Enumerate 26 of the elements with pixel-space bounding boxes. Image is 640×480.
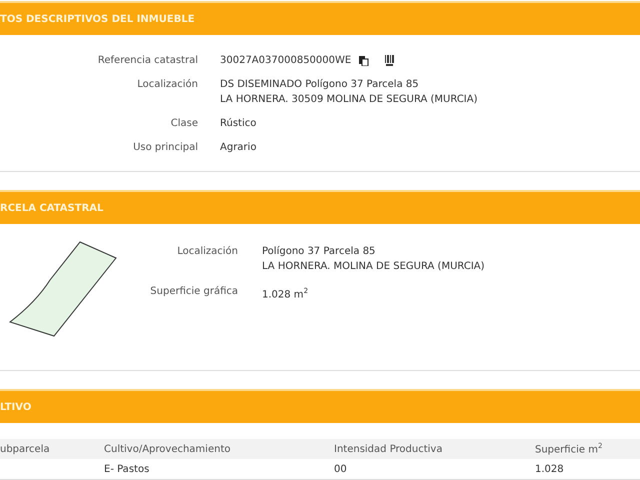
field-label: Clase <box>170 117 198 131</box>
section-header: RCELA CATASTRAL <box>0 190 640 224</box>
barcode-icon[interactable] <box>385 55 396 66</box>
table-cell: 1.028 <box>535 459 640 480</box>
section-header: TOS DESCRIPTIVOS DEL INMUEBLE <box>0 1 640 35</box>
table-cell: 00 <box>334 459 535 480</box>
field-value: Rústico <box>220 117 258 131</box>
field-value: LA HORNERA. 30509 MOLINA DE SEGURA (MURCIA) <box>220 93 478 107</box>
field-value: Agrario <box>220 141 258 155</box>
field-value: 1.028 m$^{2}$ <box>262 286 310 302</box>
field-label: Referencia catastral <box>96 54 198 68</box>
column-header: Superficie m$^{2}$ <box>535 439 640 459</box>
table-cell: E- Pastos <box>104 459 334 480</box>
field-label: Superficie gráfica <box>149 285 238 299</box>
field-value: DS DISEMINADO Polígono 37 Parcela 85 <box>220 78 420 92</box>
field-label: Localización <box>176 245 238 259</box>
column-header: ubparcela <box>0 439 104 459</box>
field-label: Localización <box>136 78 198 92</box>
field-value: 30027A037000850000WE <box>220 54 352 68</box>
column-header: Intensidad Productiva <box>334 439 535 459</box>
column-header: Cultivo/Aprovechamiento <box>104 439 334 459</box>
field-value: LA HORNERA. MOLINA DE SEGURA (MURCIA) <box>262 260 485 274</box>
field-label: Uso principal <box>132 141 198 155</box>
section-header: LTIVO <box>0 389 640 423</box>
copy-icon[interactable] <box>359 56 370 66</box>
field-value: Polígono 37 Parcela 85 <box>262 245 376 259</box>
